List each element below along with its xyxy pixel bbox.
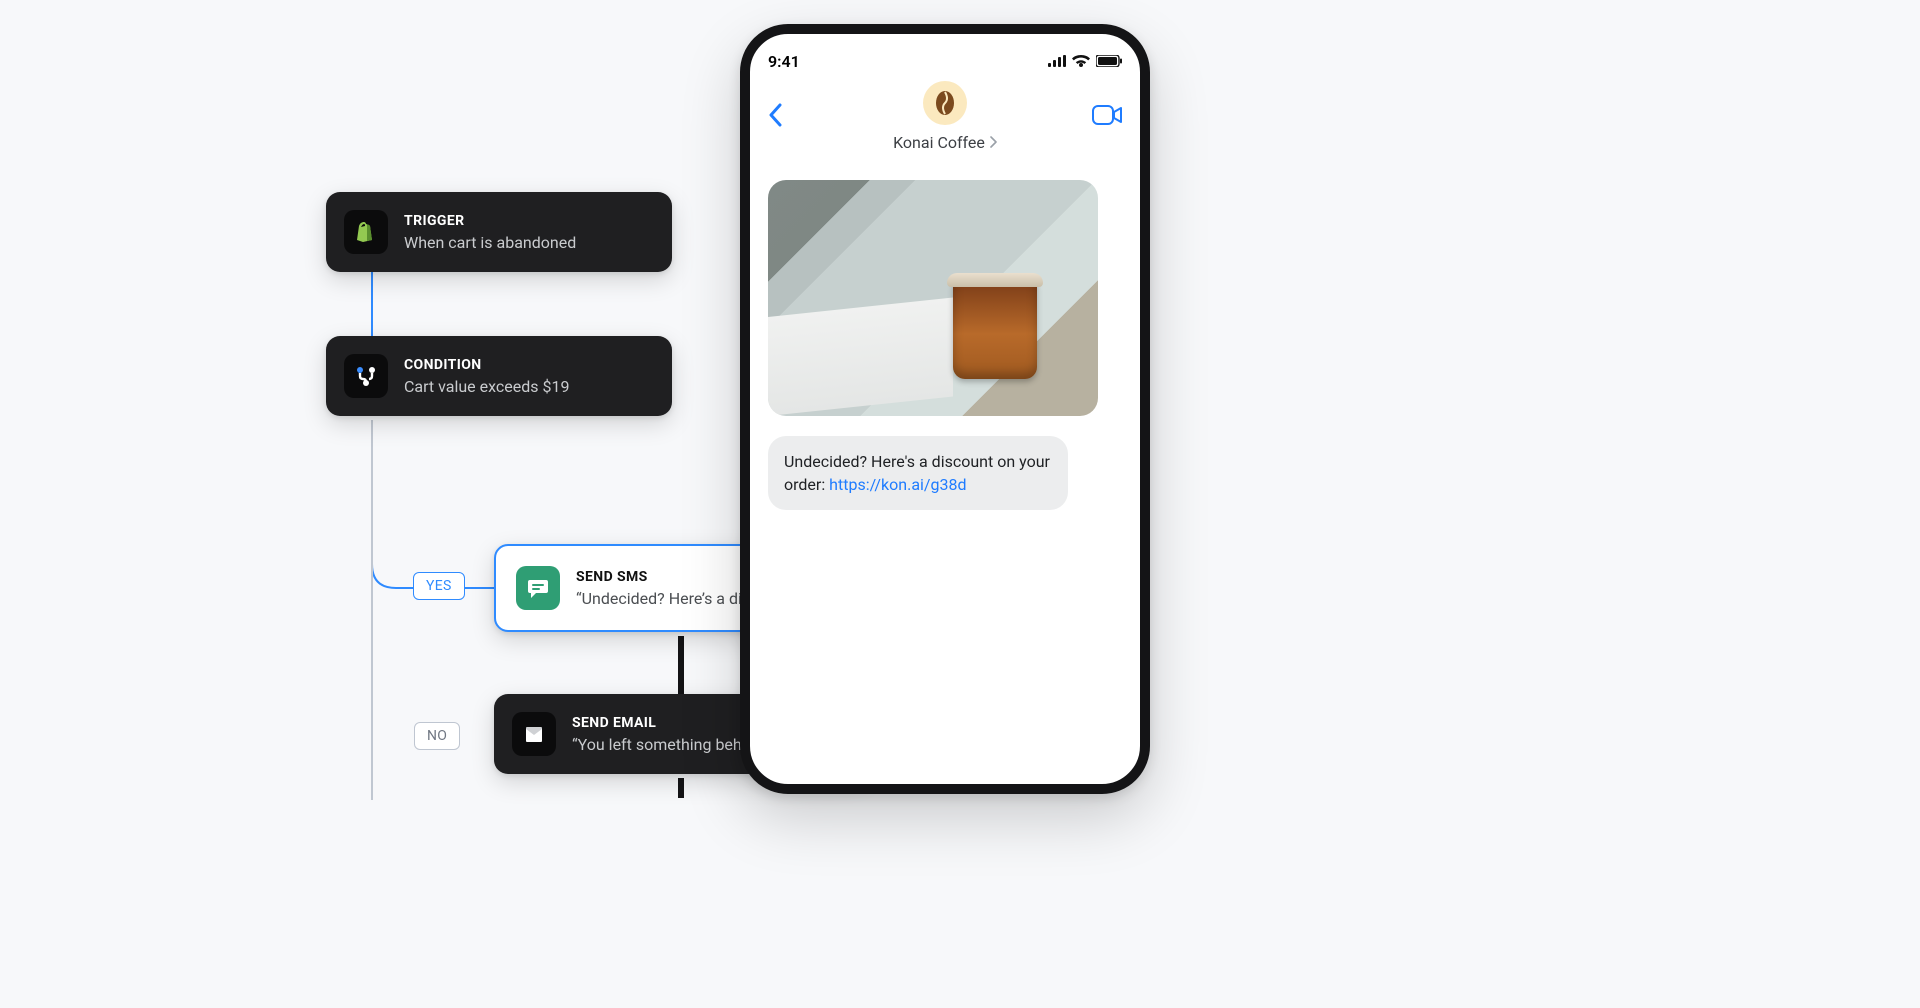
- branch-icon: [344, 354, 388, 398]
- node-subtitle: When cart is abandoned: [404, 233, 576, 252]
- node-title: TRIGGER: [404, 213, 576, 229]
- connector-condition-no: [371, 420, 373, 800]
- branch-label-no: NO: [414, 722, 460, 750]
- coffee-bean-icon: [935, 90, 955, 116]
- chat-contact-name[interactable]: Konai Coffee: [893, 133, 985, 152]
- connector-sms-email: [680, 636, 682, 694]
- message-link[interactable]: https://kon.ai/g38d: [829, 475, 966, 494]
- phone-statusbar: 9:41: [768, 52, 1122, 71]
- chat-icon: [516, 566, 560, 610]
- chevron-right-icon: [989, 133, 997, 152]
- coffee-glass-image: [953, 279, 1037, 379]
- mail-icon: [512, 712, 556, 756]
- node-subtitle: Cart value exceeds $19: [404, 377, 569, 396]
- phone-preview: 9:41: [740, 24, 1150, 794]
- mms-image[interactable]: [768, 180, 1098, 416]
- wifi-icon: [1072, 52, 1090, 71]
- signal-icon: [1048, 52, 1066, 71]
- message-bubble[interactable]: Undecided? Here's a discount on your ord…: [768, 436, 1068, 510]
- node-title: CONDITION: [404, 357, 569, 373]
- branch-label-yes: YES: [413, 572, 465, 600]
- facetime-icon[interactable]: [1092, 105, 1122, 129]
- connector-trigger-condition: [371, 270, 373, 336]
- battery-icon: [1096, 52, 1122, 71]
- node-condition[interactable]: CONDITION Cart value exceeds $19: [326, 336, 672, 416]
- node-trigger[interactable]: TRIGGER When cart is abandoned: [326, 192, 672, 272]
- avatar[interactable]: [923, 81, 967, 125]
- shopify-icon: [344, 210, 388, 254]
- status-time: 9:41: [768, 52, 800, 71]
- connector-email-continue: [680, 778, 682, 798]
- back-icon[interactable]: [768, 103, 796, 131]
